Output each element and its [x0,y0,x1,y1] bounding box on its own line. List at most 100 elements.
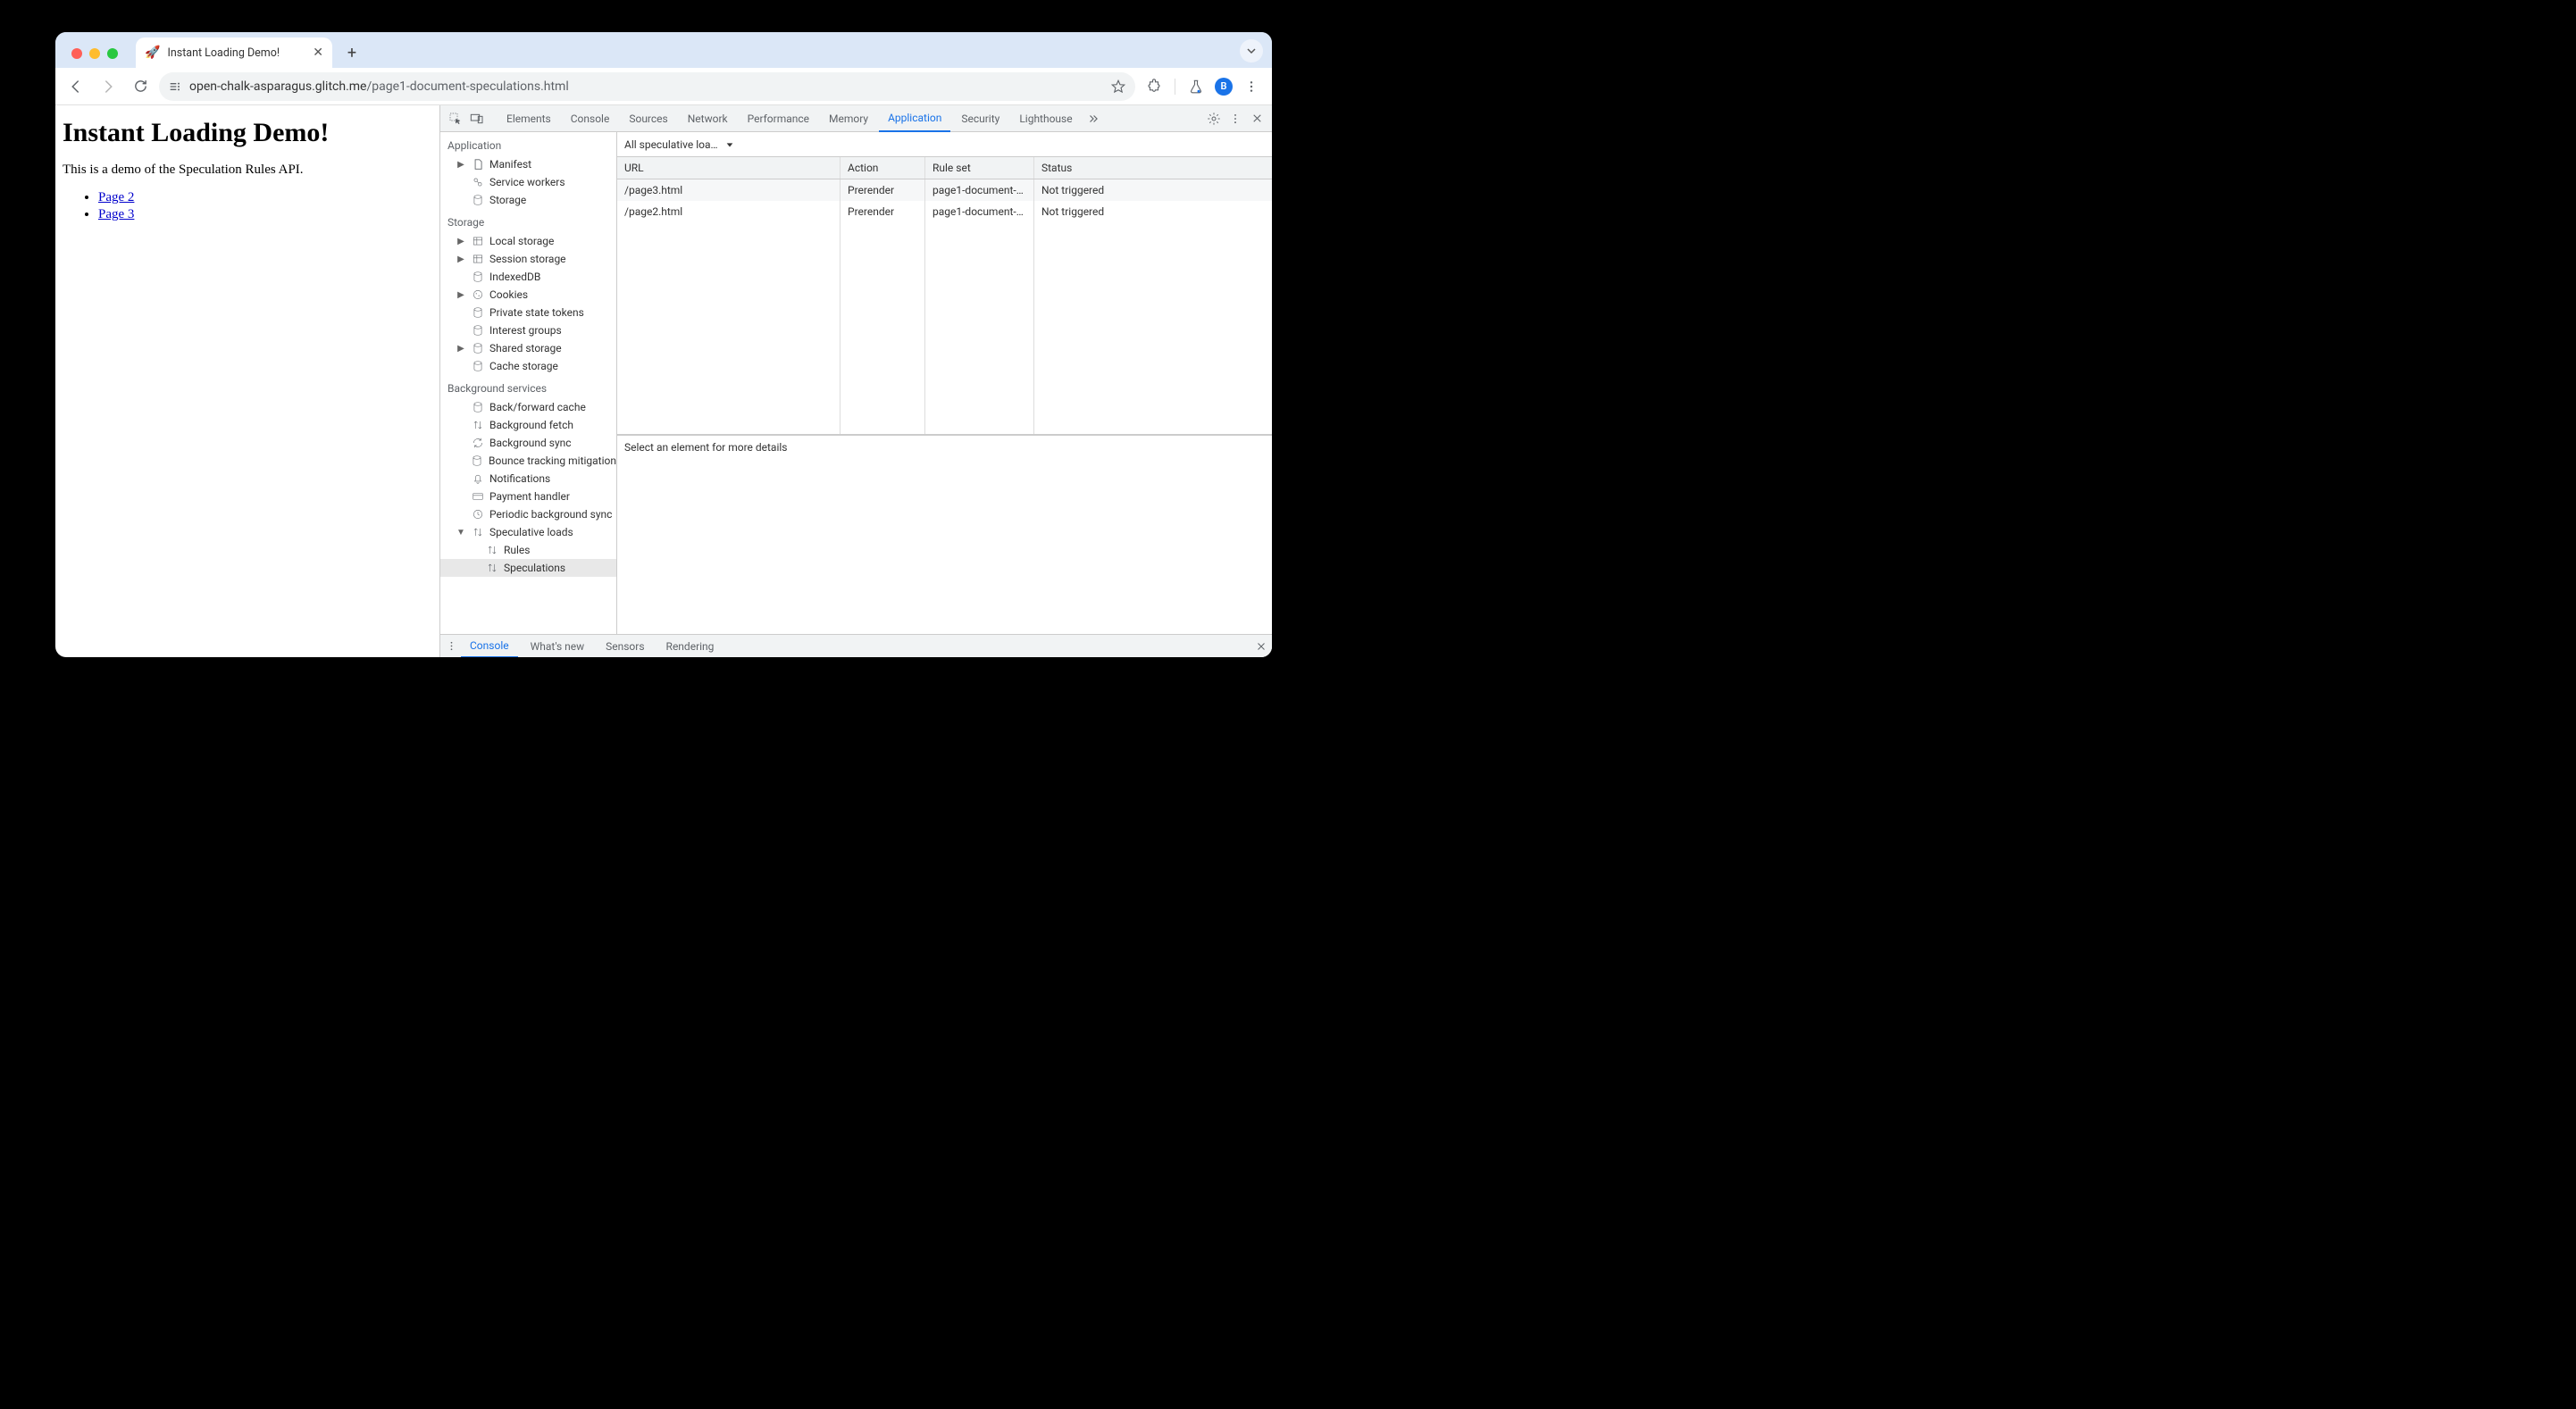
devtools-tab-performance[interactable]: Performance [739,105,818,132]
reload-button[interactable] [127,73,154,100]
sidebar-item[interactable]: ▶Local storage [440,232,616,250]
minimize-window-button[interactable] [89,48,100,59]
labs-button[interactable] [1183,73,1209,100]
site-settings-icon[interactable] [168,79,182,94]
kebab-icon [1229,113,1242,125]
maximize-window-button[interactable] [107,48,118,59]
sidebar-item[interactable]: ▶Cookies [440,286,616,304]
page-links-list: Page 2 Page 3 [63,190,439,222]
window-controls [66,48,127,68]
drawer-tab-sensors[interactable]: Sensors [597,635,653,658]
inspect-element-button[interactable] [446,109,465,129]
col-action[interactable]: Action [841,157,925,179]
sidebar-item[interactable]: Bounce tracking mitigation [440,452,616,470]
devtools-tab-network[interactable]: Network [679,105,737,132]
sidebar-item-icon [471,454,483,467]
devtools-close-button[interactable] [1247,109,1267,129]
sidebar-item-label: Periodic background sync [489,508,612,521]
sidebar-item-label: Interest groups [489,324,562,337]
puzzle-icon [1146,79,1162,95]
devtools-tab-sources[interactable]: Sources [620,105,676,132]
arrow-left-icon [68,79,84,95]
bookmark-star-icon[interactable] [1110,79,1126,95]
sidebar-item-label: IndexedDB [489,271,540,283]
drawer-tab-whatsnew[interactable]: What's new [522,635,594,658]
sidebar-item[interactable]: Cache storage [440,357,616,375]
drawer-tab-console[interactable]: Console [461,635,518,658]
sidebar-item-icon [471,437,484,449]
col-ruleset[interactable]: Rule set [925,157,1034,179]
browser-menu-button[interactable] [1238,73,1265,100]
extensions-button[interactable] [1141,73,1167,100]
close-tab-icon[interactable]: ✕ [313,46,323,60]
sidebar-item[interactable]: Background fetch [440,416,616,434]
drawer-tab-rendering[interactable]: Rendering [657,635,723,658]
devtools-tab-security[interactable]: Security [952,105,1008,132]
devtools-tab-memory[interactable]: Memory [820,105,877,132]
sidebar-item[interactable]: Back/forward cache [440,398,616,416]
col-url[interactable]: URL [617,157,841,179]
back-button[interactable] [63,73,89,100]
sidebar-item[interactable]: ▶Manifest [440,155,616,173]
drawer-close-button[interactable] [1256,641,1267,652]
devtools-menu-button[interactable] [1225,109,1245,129]
cell-url: /page3.html [617,179,841,201]
sidebar-item-icon [471,288,484,301]
sidebar-item[interactable]: IndexedDB [440,268,616,286]
new-tab-button[interactable]: + [339,40,364,65]
address-bar[interactable]: open-chalk-asparagus.glitch.me/page1-doc… [159,72,1135,101]
close-window-button[interactable] [71,48,82,59]
page-heading: Instant Loading Demo! [63,118,439,148]
sidebar-item[interactable]: Background sync [440,434,616,452]
arrow-right-icon [100,79,116,95]
page-link[interactable]: Page 2 [98,190,134,204]
device-toolbar-button[interactable] [467,109,487,129]
table-row[interactable]: /page2.htmlPrerenderpage1-document-…Not … [617,201,1272,222]
sidebar-item[interactable]: Periodic background sync [440,505,616,523]
sidebar-item[interactable]: ▶Shared storage [440,339,616,357]
devtools-more-tabs[interactable] [1083,109,1103,129]
speculations-filter-dropdown[interactable]: All speculative loa… [624,138,734,151]
page-link[interactable]: Page 3 [98,207,134,221]
triangle-right-icon: ▶ [456,254,465,264]
rocket-icon: 🚀 [145,46,160,60]
table-row[interactable]: /page3.htmlPrerenderpage1-document-…Not … [617,179,1272,201]
sidebar-subitem[interactable]: Speculations [440,559,616,577]
sidebar-item-icon [471,342,484,354]
content-area: Instant Loading Demo! This is a demo of … [55,105,1272,657]
sidebar-item[interactable]: Service workers [440,173,616,191]
sidebar-item-label: Session storage [489,253,566,265]
triangle-down-icon [725,140,734,149]
tab-overflow-button[interactable] [1240,39,1263,63]
sidebar-item[interactable]: ▶ Session storage [440,250,616,268]
sidebar-item[interactable]: Payment handler [440,488,616,505]
cell-ruleset: page1-document-… [925,179,1034,201]
browser-tab[interactable]: 🚀 Instant Loading Demo! ✕ [136,38,332,68]
sidebar-item-icon [471,360,484,372]
sidebar-item[interactable]: Private state tokens [440,304,616,321]
cell-action: Prerender [841,201,925,222]
table-header: URL Action Rule set Status [617,157,1272,179]
devtools-tab-elements[interactable]: Elements [498,105,560,132]
devtools-panel: Elements Console Sources Network Perform… [439,105,1272,657]
sidebar-item-icon [471,158,484,171]
devtools-tab-console[interactable]: Console [562,105,619,132]
sidebar-item-icon [471,306,484,319]
sidebar-item-icon [471,419,484,431]
profile-avatar[interactable]: B [1215,78,1233,96]
forward-button[interactable] [95,73,121,100]
devtools-settings-button[interactable] [1204,109,1224,129]
filter-label: All speculative loa… [624,138,718,151]
sidebar-item[interactable]: ▼Speculative loads [440,523,616,541]
sidebar-item[interactable]: Notifications [440,470,616,488]
sidebar-subitem[interactable]: Rules [440,541,616,559]
sidebar-item[interactable]: Interest groups [440,321,616,339]
devtools-tab-application[interactable]: Application [879,105,950,132]
sidebar-item[interactable]: Storage [440,191,616,209]
speculations-filter-bar: All speculative loa… [617,132,1272,157]
cell-ruleset: page1-document-… [925,201,1034,222]
drawer-menu-button[interactable] [446,640,457,652]
devtools-tab-lighthouse[interactable]: Lighthouse [1010,105,1081,132]
sidebar-item-icon [471,271,484,283]
col-status[interactable]: Status [1034,157,1272,179]
